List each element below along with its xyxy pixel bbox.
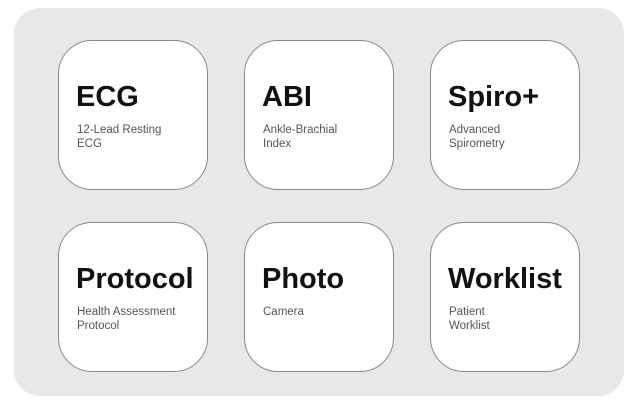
abi-app-tile[interactable]: ABI Ankle-Brachial Index — [244, 40, 394, 190]
tile-title: ABI — [262, 81, 312, 113]
tile-subtitle-line: Index — [263, 138, 292, 150]
spiro-app-tile[interactable]: Spiro+ Advanced Spirometry — [430, 40, 580, 190]
tile-subtitle-line: Worklist — [449, 320, 490, 332]
tile-title: Worklist — [448, 263, 562, 295]
tile-subtitle: Health Assessment Protocol — [77, 305, 202, 333]
worklist-app-tile[interactable]: Worklist Patient Worklist — [430, 222, 580, 372]
tile-title: Spiro+ — [448, 81, 540, 113]
tile-subtitle-line: Camera — [263, 306, 304, 318]
tile-title: Photo — [262, 263, 345, 295]
protocol-app-tile[interactable]: Protocol Health Assessment Protocol — [58, 222, 208, 372]
tile-subtitle: Camera — [263, 305, 388, 319]
tile-subtitle: Ankle-Brachial Index — [263, 123, 388, 151]
tile-subtitle-line: Spirometry — [449, 138, 505, 150]
tile-subtitle-line: Patient — [449, 306, 485, 318]
tile-title: Protocol — [76, 263, 194, 295]
photo-app-tile[interactable]: Photo Camera — [244, 222, 394, 372]
tile-subtitle-line: Advanced — [449, 124, 501, 136]
tile-title: ECG — [76, 81, 139, 113]
tile-subtitle: Patient Worklist — [449, 305, 574, 333]
tile-subtitle-line: ECG — [77, 138, 102, 150]
ecg-app-tile[interactable]: ECG 12-Lead Resting ECG — [58, 40, 208, 190]
tile-subtitle-line: 12-Lead Resting — [77, 124, 162, 136]
tile-subtitle: Advanced Spirometry — [449, 123, 574, 151]
tile-subtitle-line: Health Assessment — [77, 306, 176, 318]
tile-subtitle: 12-Lead Resting ECG — [77, 123, 202, 151]
tile-subtitle-line: Protocol — [77, 320, 120, 332]
tile-subtitle-line: Ankle-Brachial — [263, 124, 338, 136]
